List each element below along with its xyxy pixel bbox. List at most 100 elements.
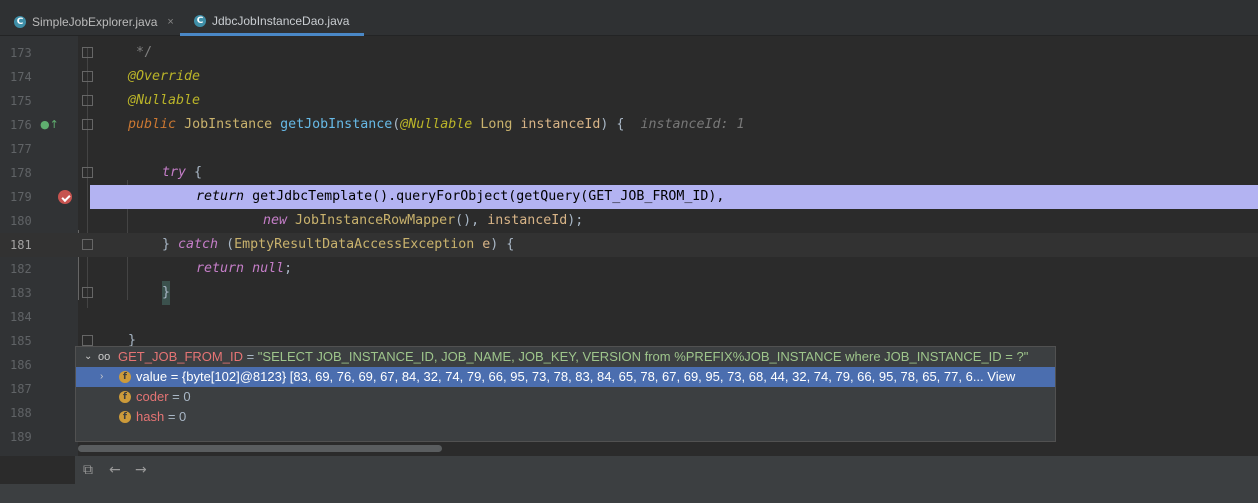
breakpoint-icon[interactable] (58, 190, 72, 204)
field-value: = {byte[102]@8123} [83, 69, 76, 69, 67, … (167, 369, 984, 384)
keyword: public (128, 117, 177, 132)
code-text: new JobInstanceRowMapper(), instanceId); (263, 209, 583, 233)
keyword: return (196, 189, 245, 204)
editor-bottom-area (1056, 456, 1258, 484)
code-expr: (), (455, 213, 488, 228)
line-number: 173 (10, 46, 32, 60)
line-number: 176 (10, 118, 32, 132)
code-text: public JobInstance getJobInstance(@Nulla… (128, 113, 745, 137)
fold-marker[interactable] (82, 239, 93, 250)
brace: } (162, 237, 171, 252)
line-number: 186 (10, 358, 32, 372)
fold-marker[interactable] (82, 95, 93, 106)
view-link[interactable]: View (987, 369, 1015, 384)
comment-text: */ (136, 45, 153, 60)
line-number: 184 (10, 310, 32, 324)
field-entry: value = {byte[102]@8123} [83, 69, 76, 69… (136, 367, 1055, 387)
tab-label: SimpleJobExplorer.java (32, 15, 158, 29)
popup-row-value[interactable]: › f value = {byte[102]@8123} [83, 69, 76… (76, 367, 1055, 387)
keyword: catch (178, 237, 219, 252)
code-text: } catch (EmptyResultDataAccessException … (162, 233, 514, 257)
code-text: try { (162, 161, 202, 185)
code-line-execution-point: 179 return getJdbcTemplate().queryForObj… (0, 185, 1258, 209)
paren: ( (218, 237, 235, 252)
line-number: 180 (10, 214, 32, 228)
code-line: 177 (0, 137, 1258, 161)
class-icon: C (194, 14, 206, 27)
fold-marker[interactable] (82, 167, 93, 178)
root-entry: GET_JOB_FROM_ID = "SELECT JOB_INSTANCE_I… (118, 347, 1028, 367)
tab-simplejobexplorer[interactable]: C SimpleJobExplorer.java × (0, 8, 180, 36)
variable-name: GET_JOB_FROM_ID (118, 349, 243, 364)
annotation-text: @Nullable (128, 93, 201, 108)
keyword: return (196, 261, 245, 276)
chevron-right-icon[interactable]: › (100, 367, 103, 387)
keyword: new (263, 213, 288, 228)
forward-arrow-icon[interactable]: → (135, 462, 147, 478)
fold-marker[interactable] (82, 335, 93, 346)
line-number: 178 (10, 166, 32, 180)
tab-jdbcjobinstancedao[interactable]: C JdbcJobInstanceDao.java (180, 8, 364, 36)
semicolon: ; (284, 261, 293, 276)
code-line: 174 @Override (0, 65, 1258, 89)
field-entry: hash = 0 (136, 407, 186, 427)
code-expr: getJdbcTemplate().queryForObject(getQuer… (252, 189, 725, 204)
param-name: instanceId (520, 117, 601, 132)
code-text: return null; (196, 257, 292, 281)
popup-row-hash[interactable]: f hash = 0 (76, 407, 1055, 427)
keyword: try (162, 165, 187, 180)
code-line: 178 try { (0, 161, 1258, 185)
back-arrow-icon[interactable]: ← (109, 462, 121, 478)
line-number: 182 (10, 262, 32, 276)
code-text: return getJdbcTemplate().queryForObject(… (196, 185, 724, 209)
line-number: 187 (10, 382, 32, 396)
paren: ) { (600, 117, 625, 132)
code-expr: ); (567, 213, 584, 228)
class-icon: C (14, 16, 26, 28)
popup-toolbar: ⧉ ← → (75, 456, 1056, 484)
code-line: 184 (0, 305, 1258, 329)
keyword: null (252, 261, 285, 276)
close-icon[interactable]: × (167, 16, 173, 28)
type-name: Long (480, 117, 513, 132)
horizontal-scrollbar[interactable] (78, 445, 442, 452)
fold-marker[interactable] (82, 287, 93, 298)
field-value: = 0 (168, 389, 191, 404)
line-number: 185 (10, 334, 32, 348)
field-entry: coder = 0 (136, 387, 191, 407)
fold-marker[interactable] (82, 71, 93, 82)
implementation-icon[interactable]: ●↑ (40, 113, 59, 137)
open-in-tree-icon[interactable]: ⧉ (83, 462, 93, 478)
variable-value: "SELECT JOB_INSTANCE_ID, JOB_NAME, JOB_K… (257, 349, 1029, 364)
brace: } (162, 281, 171, 305)
field-name: hash (136, 409, 165, 424)
debug-value-popup[interactable]: ⌄ oo GET_JOB_FROM_ID = "SELECT JOB_INSTA… (75, 346, 1056, 442)
code-line: 175 @Nullable (0, 89, 1258, 113)
inlay-hint: instanceId: 1 (640, 117, 745, 132)
field-icon: f (119, 391, 131, 403)
field-icon: f (119, 411, 131, 423)
line-number: 188 (10, 406, 32, 420)
line-number: 177 (10, 142, 32, 156)
line-number: 183 (10, 286, 32, 300)
popup-row-coder[interactable]: f coder = 0 (76, 387, 1055, 407)
method-name: getJobInstance (280, 117, 393, 132)
equals: = (242, 349, 258, 364)
watch-glasses-icon: oo (98, 351, 111, 363)
annotation-text: @Override (128, 69, 201, 84)
type-name: EmptyResultDataAccessException (234, 237, 475, 252)
paren: ) { (490, 237, 515, 252)
chevron-down-icon[interactable]: ⌄ (84, 347, 92, 367)
code-line: 176 ●↑ public JobInstance getJobInstance… (0, 113, 1258, 137)
field-icon: f (119, 371, 131, 383)
brace: { (194, 165, 203, 180)
fold-marker[interactable] (82, 119, 93, 130)
line-number: 175 (10, 94, 32, 108)
field-name: coder (136, 389, 169, 404)
popup-root-row[interactable]: ⌄ oo GET_JOB_FROM_ID = "SELECT JOB_INSTA… (76, 347, 1055, 367)
tab-label: JdbcJobInstanceDao.java (212, 13, 350, 28)
code-line: 183 } (0, 281, 1258, 305)
fold-marker[interactable] (82, 47, 93, 58)
code-line: 173 */ (0, 41, 1258, 65)
code-line: 180 new JobInstanceRowMapper(), instance… (0, 209, 1258, 233)
